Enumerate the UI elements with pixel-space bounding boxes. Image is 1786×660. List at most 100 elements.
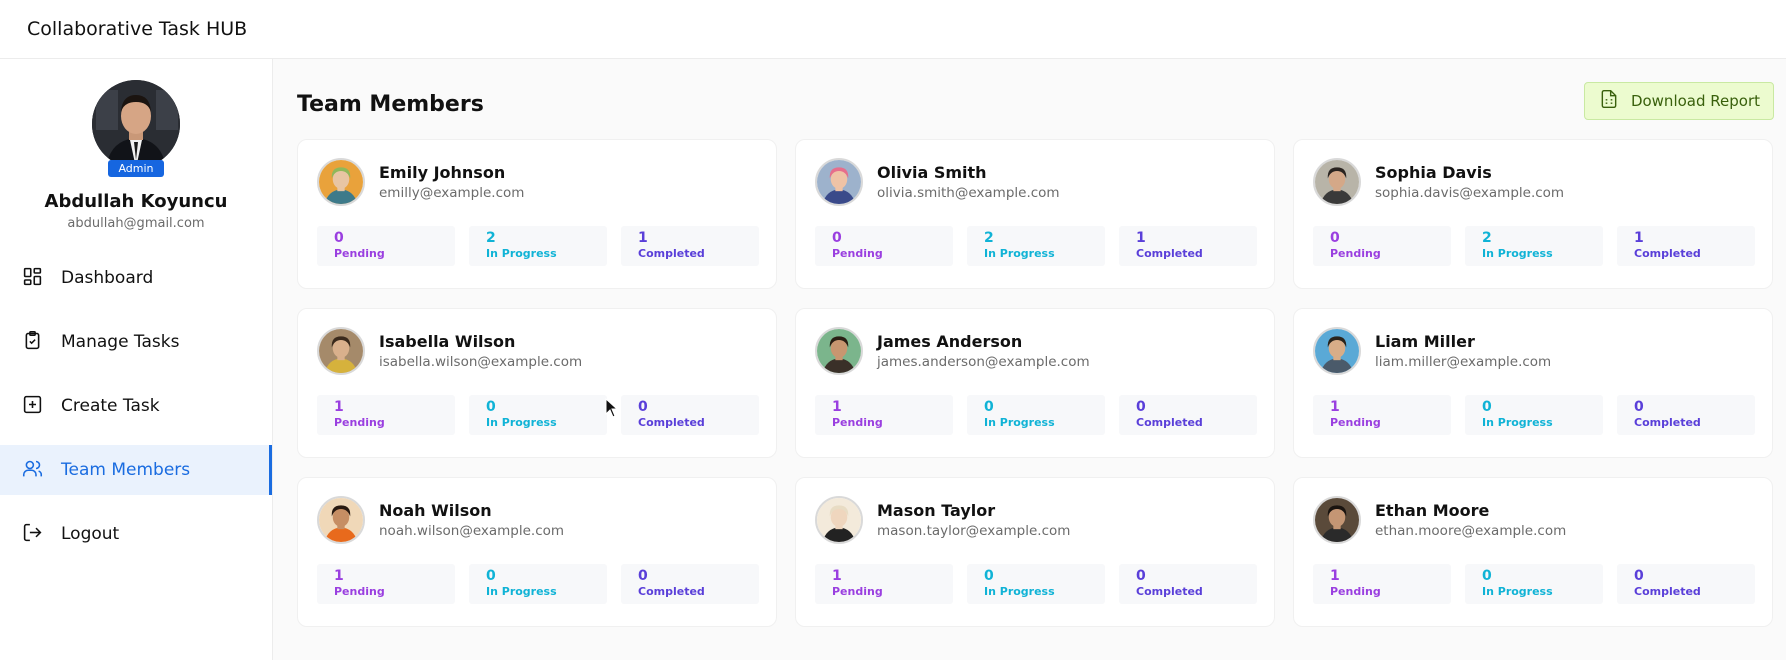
pending-label: Pending — [832, 585, 883, 598]
member-name: James Anderson — [877, 332, 1023, 351]
mouse-cursor-icon — [605, 398, 619, 418]
role-badge: Admin — [108, 160, 164, 177]
member-email: olivia.smith@example.com — [877, 185, 1060, 201]
completed-stat: 0 Completed — [1119, 564, 1257, 604]
member-card[interactable]: Sophia Davis sophia.davis@example.com 0 Pen… — [1293, 139, 1773, 289]
pending-stat: 1 Pending — [317, 395, 455, 435]
completed-label: Completed — [638, 247, 705, 260]
member-name: Mason Taylor — [877, 501, 996, 520]
completed-label: Completed — [1634, 247, 1701, 260]
in-progress-stat: 0 In Progress — [469, 564, 607, 604]
sidebar-item-team-members[interactable]: Team Members — [0, 445, 272, 495]
avatar — [815, 496, 863, 544]
completed-label: Completed — [1634, 585, 1701, 598]
member-name: Noah Wilson — [379, 501, 492, 520]
member-card[interactable]: Ethan Moore ethan.moore@example.com 1 Pendi… — [1293, 477, 1773, 627]
in-progress-label: In Progress — [984, 247, 1055, 260]
completed-count: 1 — [1634, 230, 1644, 246]
member-card[interactable]: Isabella Wilson isabella.wilson@example.c… — [297, 308, 777, 458]
pending-label: Pending — [832, 416, 883, 429]
download-report-button[interactable]: Download Report — [1583, 82, 1774, 120]
member-name: Isabella Wilson — [379, 332, 516, 351]
member-card[interactable]: Emily Johnson emilly@example.com 0 Pending 2… — [297, 139, 777, 289]
member-email: isabella.wilson@example.com — [379, 354, 583, 370]
task-stats: 1 Pending 0 In Progress 0 Completed — [317, 395, 759, 435]
in-progress-count: 2 — [984, 230, 994, 246]
in-progress-stat: 0 In Progress — [1465, 395, 1603, 435]
pending-count: 1 — [1330, 399, 1340, 415]
pending-stat: 1 Pending — [815, 564, 953, 604]
avatar — [815, 158, 863, 206]
completed-count: 0 — [1634, 399, 1644, 415]
in-progress-count: 2 — [1482, 230, 1492, 246]
pending-stat: 1 Pending — [317, 564, 455, 604]
task-stats: 0 Pending 2 In Progress 1 Completed — [1313, 226, 1755, 266]
member-card[interactable]: Olivia Smith olivia.smith@example.com 0 Pen… — [795, 139, 1275, 289]
completed-label: Completed — [1136, 416, 1203, 429]
pending-count: 0 — [1330, 230, 1340, 246]
pending-stat: 0 Pending — [1313, 226, 1451, 266]
in-progress-stat: 2 In Progress — [1465, 226, 1603, 266]
completed-count: 0 — [1136, 568, 1146, 584]
in-progress-label: In Progress — [486, 416, 557, 429]
completed-count: 0 — [638, 399, 648, 415]
pending-label: Pending — [334, 585, 385, 598]
task-stats: 1 Pending 0 In Progress 0 Completed — [815, 564, 1257, 604]
task-stats: 0 Pending 2 In Progress 1 Completed — [317, 226, 759, 266]
member-card[interactable]: Noah Wilson noah.wilson@example.com 1 Pendi… — [297, 477, 777, 627]
avatar — [92, 80, 180, 168]
in-progress-stat: 0 In Progress — [967, 395, 1105, 435]
member-card[interactable]: Mason Taylor mason.taylor@example.com 1 Pen… — [795, 477, 1275, 627]
sidebar-item-label: Team Members — [61, 460, 191, 480]
users-icon — [22, 458, 43, 483]
sidebar-item-label: Manage Tasks — [61, 332, 180, 352]
main-content: Team Members Download Report Emily Johns… — [273, 59, 1786, 660]
sidebar-item-dashboard[interactable]: Dashboard — [0, 253, 272, 303]
in-progress-label: In Progress — [984, 416, 1055, 429]
file-spreadsheet-icon — [1599, 89, 1631, 113]
pending-stat: 1 Pending — [1313, 395, 1451, 435]
sidebar-item-create-task[interactable]: Create Task — [0, 381, 272, 431]
avatar — [815, 327, 863, 375]
member-name: Sophia Davis — [1375, 163, 1492, 182]
avatar — [317, 327, 365, 375]
in-progress-label: In Progress — [1482, 416, 1553, 429]
member-card[interactable]: Liam Miller liam.miller@example.com 1 Pendi… — [1293, 308, 1773, 458]
completed-count: 0 — [1634, 568, 1644, 584]
in-progress-stat: 2 In Progress — [469, 226, 607, 266]
pending-count: 1 — [334, 568, 344, 584]
member-email: ethan.moore@example.com — [1375, 523, 1567, 539]
pending-stat: 1 Pending — [815, 395, 953, 435]
team-member-grid: Emily Johnson emilly@example.com 0 Pending 2… — [297, 139, 1775, 627]
pending-label: Pending — [334, 247, 385, 260]
completed-stat: 0 Completed — [1119, 395, 1257, 435]
user-email: abdullah@gmail.com — [67, 216, 205, 231]
sidebar-item-manage-tasks[interactable]: Manage Tasks — [0, 317, 272, 367]
in-progress-count: 2 — [486, 230, 496, 246]
member-email: noah.wilson@example.com — [379, 523, 565, 539]
pending-label: Pending — [1330, 416, 1381, 429]
member-name: Olivia Smith — [877, 163, 987, 182]
completed-stat: 1 Completed — [1119, 226, 1257, 266]
member-card[interactable]: James Anderson james.anderson@example.com… — [795, 308, 1275, 458]
completed-count: 1 — [638, 230, 648, 246]
sidebar-item-label: Logout — [61, 524, 120, 544]
pending-count: 1 — [334, 399, 344, 415]
in-progress-label: In Progress — [984, 585, 1055, 598]
in-progress-stat: 0 In Progress — [967, 564, 1105, 604]
in-progress-label: In Progress — [1482, 247, 1553, 260]
pending-stat: 0 Pending — [815, 226, 953, 266]
dashboard-icon — [22, 266, 43, 291]
member-email: james.anderson@example.com — [877, 354, 1090, 370]
in-progress-label: In Progress — [1482, 585, 1553, 598]
completed-label: Completed — [638, 585, 705, 598]
task-stats: 1 Pending 0 In Progress 0 Completed — [1313, 564, 1755, 604]
pending-count: 1 — [832, 568, 842, 584]
avatar — [1313, 158, 1361, 206]
member-name: Emily Johnson — [379, 163, 506, 182]
sidebar-item-logout[interactable]: Logout — [0, 509, 272, 559]
completed-label: Completed — [1634, 416, 1701, 429]
pending-label: Pending — [832, 247, 883, 260]
member-email: liam.miller@example.com — [1375, 354, 1552, 370]
in-progress-stat: 0 In Progress — [469, 395, 607, 435]
